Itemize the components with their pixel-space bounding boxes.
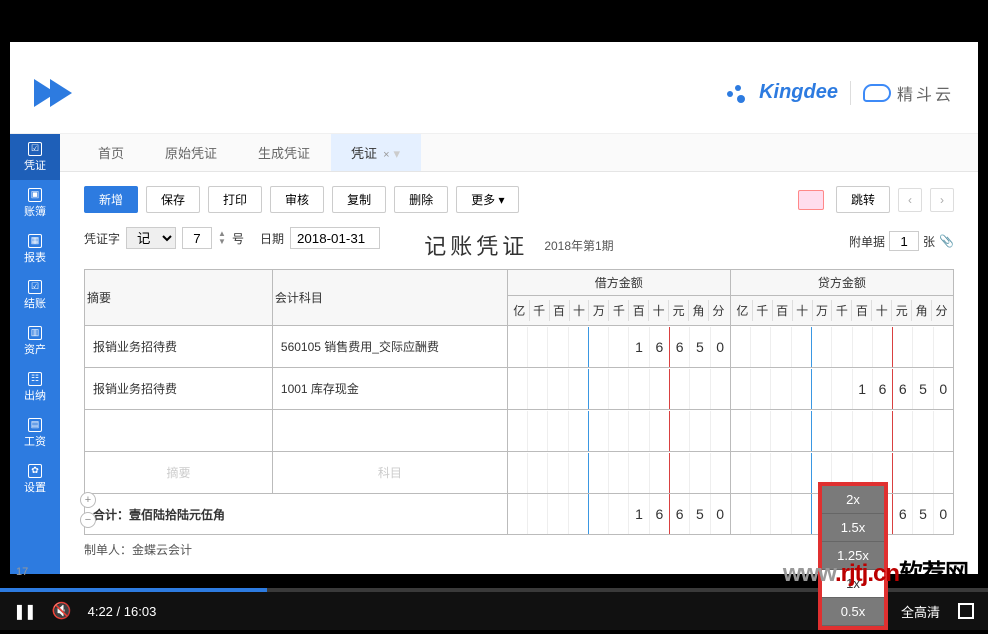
voucher-title: 记账凭证 [424, 229, 528, 261]
tabs: 首页 原始凭证 生成凭证 凭证×▾ [60, 134, 978, 172]
speed-1-5x[interactable]: 1.5x [822, 514, 884, 542]
volume-mute-icon[interactable]: 🔇 [52, 601, 72, 621]
save-button[interactable]: 保存 [146, 186, 200, 213]
header-summary: 摘要 [85, 270, 273, 326]
tab-voucher[interactable]: 凭证×▾ [331, 134, 421, 171]
tab-home[interactable]: 首页 [78, 134, 145, 171]
sidebar-item-voucher[interactable]: ☑凭证 [10, 134, 60, 180]
speed-0-5x[interactable]: 0.5x [822, 598, 884, 626]
tab-generate[interactable]: 生成凭证 [238, 134, 331, 171]
paperclip-icon[interactable]: 📎 [939, 234, 954, 248]
credit-digits: 亿千百十万千百十元角分 [730, 296, 953, 326]
report-icon: ▦ [28, 234, 42, 248]
watermark: www.rjtj.cn软荐网 [783, 553, 968, 588]
tab-original[interactable]: 原始凭证 [145, 134, 238, 171]
cloud-icon [863, 84, 891, 102]
gear-icon: ✿ [28, 464, 42, 478]
voucher-icon: ☑ [28, 142, 42, 156]
sidebar-item-close[interactable]: ☑结账 [10, 272, 60, 318]
pause-button[interactable]: ❚❚ [14, 601, 36, 622]
debit-digits: 亿千百十万千百十元角分 [507, 296, 730, 326]
next-button[interactable]: › [930, 188, 954, 212]
salary-icon: ▤ [28, 418, 42, 432]
jdy-logo: 精斗云 [863, 81, 954, 105]
cashier-icon: ☷ [28, 372, 42, 386]
voucher-period: 2018年第1期 [544, 237, 613, 254]
table-row[interactable]: 报销业务招待费1001 库存现金16650 [85, 368, 954, 410]
table-row[interactable] [85, 410, 954, 452]
more-button[interactable]: 更多 ▾ [456, 186, 519, 213]
sidebar-item-ledger[interactable]: ▣账簿 [10, 180, 60, 226]
audit-button[interactable]: 审核 [270, 186, 324, 213]
close-icon[interactable]: × [383, 149, 389, 161]
new-button[interactable]: 新增 [84, 186, 138, 213]
attach-count-input[interactable] [889, 231, 919, 251]
remove-row-button[interactable]: − [80, 512, 96, 528]
quality-button[interactable]: 全高清 [901, 602, 940, 621]
asset-icon: ▥ [28, 326, 42, 340]
sidebar-item-settings[interactable]: ✿设置 [10, 456, 60, 502]
copy-button[interactable]: 复制 [332, 186, 386, 213]
print-button[interactable]: 打印 [208, 186, 262, 213]
toolbar: 新增 保存 打印 审核 复制 删除 更多 ▾ 跳转 ‹ › [84, 186, 954, 213]
attachment-section: 附单据 张 📎 [849, 231, 954, 251]
app-header: Kingdee 精斗云 [10, 42, 978, 134]
fullscreen-icon[interactable] [958, 603, 974, 619]
header-debit: 借方金额 [507, 270, 730, 296]
sidebar-item-salary[interactable]: ▤工资 [10, 410, 60, 456]
sidebar-item-cashier[interactable]: ☷出纳 [10, 364, 60, 410]
add-row-button[interactable]: + [80, 492, 96, 508]
template-icon[interactable] [798, 190, 824, 210]
header-subject: 会计科目 [272, 270, 507, 326]
sidebar-item-asset[interactable]: ▥资产 [10, 318, 60, 364]
chevron-logo [34, 79, 66, 107]
speed-2x[interactable]: 2x [822, 486, 884, 514]
header-credit: 贷方金额 [730, 270, 953, 296]
table-row[interactable]: 报销业务招待费560105 销售费用_交际应酬费16650 [85, 326, 954, 368]
time-display: 4:22 / 16:03 [88, 604, 157, 619]
ledger-icon: ▣ [28, 188, 42, 202]
kingdee-dots-icon [723, 81, 747, 105]
sidebar-item-report[interactable]: ▦报表 [10, 226, 60, 272]
kingdee-logo: Kingdee [759, 81, 838, 104]
slide-page: 17 [16, 566, 28, 578]
delete-button[interactable]: 删除 [394, 186, 448, 213]
sidebar: ☑凭证 ▣账簿 ▦报表 ☑结账 ▥资产 ☷出纳 ▤工资 ✿设置 [10, 134, 60, 574]
prev-button[interactable]: ‹ [898, 188, 922, 212]
close-period-icon: ☑ [28, 280, 42, 294]
jump-button[interactable]: 跳转 [836, 186, 890, 213]
